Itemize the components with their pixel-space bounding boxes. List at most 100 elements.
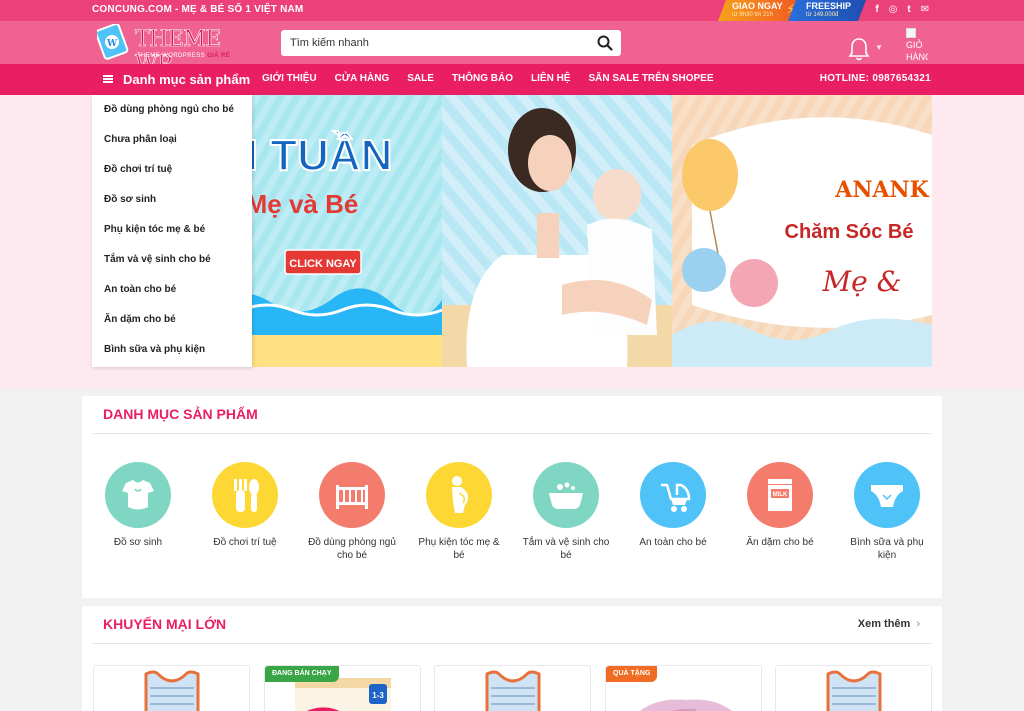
banner-right-sub2: Mẹ &	[821, 265, 901, 298]
category-menu-item[interactable]: Tắm và vệ sinh cho bé	[92, 245, 252, 275]
category-tile-bedroom[interactable]: Đồ dùng phòng ngủ cho bé	[302, 462, 402, 562]
svg-text:MILK: MILK	[773, 492, 788, 498]
product-card[interactable]	[93, 665, 250, 711]
cart-icon	[906, 28, 916, 38]
category-circle	[854, 462, 920, 528]
svg-text:1-3: 1-3	[372, 691, 384, 700]
category-dropdown: Đồ dùng phòng ngủ cho bé Chưa phân loại …	[92, 95, 252, 367]
twitter-icon[interactable]: t	[904, 4, 914, 15]
diaper-icon	[871, 485, 903, 507]
category-circle	[212, 462, 278, 528]
category-menu-item[interactable]: Bình sữa và phụ kiện	[92, 335, 252, 365]
product-card[interactable]	[775, 665, 932, 711]
category-menu-label: Danh mục sản phẩm	[123, 71, 251, 87]
site-header: W THEME WP THEME WORDPRESS GIÁ RẺ ▼ GIỎ …	[0, 21, 1024, 77]
cart-label: GIỎ HÀNG	[906, 40, 928, 62]
nav-link-shop[interactable]: CỬA HÀNG	[335, 73, 390, 84]
category-label: Ăn dặm cho bé	[746, 537, 814, 548]
pregnant-icon	[452, 476, 469, 513]
carousel-indicator[interactable]	[551, 349, 581, 353]
nav-link-shopee[interactable]: SĂN SALE TRÊN SHOPEE	[588, 73, 713, 84]
banner-right-sub: Chăm Sóc Bé	[785, 221, 914, 243]
top-bar: CONCUNG.COM - MẸ & BÉ SỐ 1 VIỆT NAM GIAO…	[0, 0, 1024, 21]
promo-freeship-badge[interactable]: FREESHIP từ 149.000đ	[788, 0, 866, 21]
category-label: Bình sữa và phụ kiện	[850, 537, 924, 561]
site-logo[interactable]: W THEME WP THEME WORDPRESS GIÁ RẺ	[97, 22, 257, 77]
logo-subtitle-a: THEME WORDPRESS	[137, 53, 208, 59]
banner-left-sub: Mẹ và Bé	[246, 189, 359, 219]
category-label: Đồ sơ sinh	[113, 537, 163, 548]
product-badge: QUÀ TẶNG	[606, 666, 658, 682]
category-menu-item[interactable]: Phụ kiện tóc mẹ & bé	[92, 215, 252, 245]
divider	[93, 643, 931, 644]
product-card[interactable]: QUÀ TẶNG	[605, 665, 762, 711]
category-tile-bottle[interactable]: Bình sữa và phụ kiện	[837, 462, 937, 562]
chevron-right-icon: ›	[916, 618, 920, 630]
mail-icon[interactable]: ✉	[920, 4, 930, 15]
category-menu-item[interactable]: Chưa phân loại	[92, 125, 252, 155]
bell-icon[interactable]	[847, 36, 871, 62]
category-grid: Đồ sơ sinh Đồ chơi trí tuệ Đồ dùng phòng…	[82, 462, 942, 572]
category-menu-item[interactable]: Đồ sơ sinh	[92, 185, 252, 215]
category-tile-safety[interactable]: An toàn cho bé	[623, 462, 723, 549]
logo-subtitle: THEME WORDPRESS GIÁ RẺ	[137, 53, 230, 59]
category-menu-item[interactable]: Ăn dặm cho bé	[92, 305, 252, 335]
category-menu-item[interactable]: An toàn cho bé	[92, 275, 252, 305]
instagram-icon[interactable]: ◎	[888, 4, 898, 15]
hamburger-icon	[103, 75, 113, 83]
search-icon[interactable]	[597, 35, 613, 51]
category-tile-bath[interactable]: Tắm và vệ sinh cho bé	[516, 462, 616, 562]
category-circle: MILK	[747, 462, 813, 528]
chevron-down-icon[interactable]: ▼	[875, 43, 883, 52]
logo-subtitle-b: GIÁ RẺ	[207, 53, 231, 59]
facebook-icon[interactable]: f	[872, 4, 882, 15]
search-input[interactable]	[281, 30, 591, 56]
nav-link-contact[interactable]: LIÊN HỆ	[531, 73, 570, 84]
promo-freeship-title: FREESHIP	[806, 1, 852, 11]
category-tile-hair[interactable]: Phụ kiện tóc mẹ & bé	[409, 462, 509, 562]
category-tile-toys[interactable]: Đồ chơi trí tuệ	[195, 462, 295, 549]
category-label: Đồ chơi trí tuệ	[213, 537, 277, 548]
crib-icon	[336, 485, 368, 509]
product-image-tank-top	[144, 670, 200, 711]
category-label: Phụ kiện tóc mẹ & bé	[418, 537, 500, 561]
milk-icon: MILK	[768, 479, 792, 511]
category-tile-newborn[interactable]: Đồ sơ sinh	[88, 462, 188, 549]
promo-freeship-sub: từ 149.000đ	[806, 12, 839, 18]
category-menu-item[interactable]: Đồ chơi trí tuệ	[92, 155, 252, 185]
nav-link-about[interactable]: GIỚI THIỆU	[262, 73, 317, 84]
promo-delivery-title: GIAO NGAY	[732, 1, 783, 11]
social-links: f ◎ t ✉	[872, 4, 930, 15]
big-promotion-section: KHUYẾN MẠI LỚN Xem thêm › ĐANG BÁN CHẠY 1…	[82, 606, 942, 711]
product-card[interactable]: ĐANG BÁN CHẠY 1-3	[264, 665, 421, 711]
category-label: Tắm và vệ sinh cho bé	[522, 537, 610, 561]
category-menu-item[interactable]: Đồ dùng phòng ngủ cho bé	[92, 95, 252, 125]
category-circle	[319, 462, 385, 528]
category-circle	[105, 462, 171, 528]
stroller-icon	[661, 483, 691, 512]
product-badge: ĐANG BÁN CHẠY	[265, 666, 339, 682]
cart-button[interactable]: GIỎ HÀNG	[906, 28, 928, 64]
onesie-icon	[122, 480, 154, 510]
section-title: DANH MỤC SẢN PHẨM	[103, 406, 258, 422]
product-card[interactable]	[434, 665, 591, 711]
category-circle	[426, 462, 492, 528]
section-title: KHUYẾN MẠI LỚN	[103, 616, 227, 632]
category-tile-weaning[interactable]: MILK Ăn dặm cho bé	[730, 462, 830, 549]
logo-mark-icon: W	[97, 24, 129, 60]
product-categories-section: DANH MỤC SẢN PHẨM Đồ sơ sinh Đồ chơi trí…	[82, 396, 942, 598]
promo-delivery-badge[interactable]: GIAO NGAY từ 8h30 tới 21h ⚡	[718, 0, 798, 21]
product-row: ĐANG BÁN CHẠY 1-3 QUÀ TẶNG	[82, 665, 942, 711]
search-box	[281, 30, 621, 56]
category-circle	[533, 462, 599, 528]
see-more-link[interactable]: Xem thêm ›	[858, 618, 920, 630]
category-menu-toggle[interactable]: Danh mục sản phẩm	[103, 71, 250, 87]
banner-right-title: ANANK	[834, 177, 929, 203]
svg-text:W: W	[106, 39, 118, 49]
category-circle	[640, 462, 706, 528]
banner-cta[interactable]: CLICK NGAY	[289, 258, 357, 270]
promo-delivery-sub: từ 8h30 tới 21h	[732, 12, 773, 18]
nav-link-sale[interactable]: SALE	[407, 73, 434, 84]
nav-link-news[interactable]: THÔNG BÁO	[452, 73, 513, 84]
hotline[interactable]: HOTLINE: 0987654321	[820, 73, 931, 84]
